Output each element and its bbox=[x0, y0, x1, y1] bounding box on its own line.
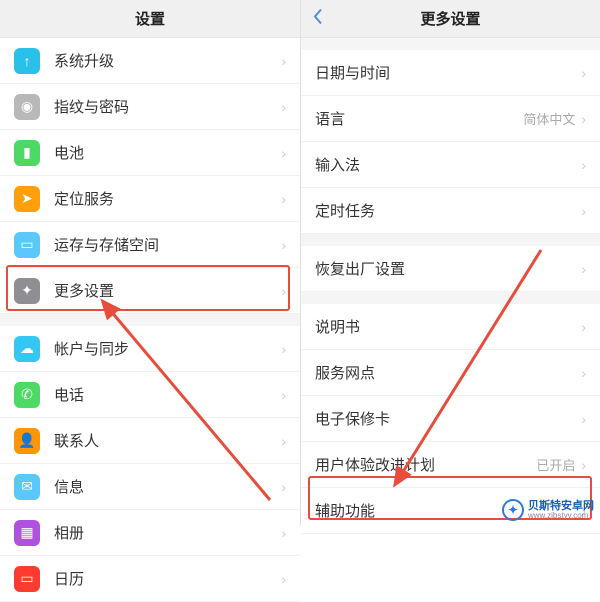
section-gap bbox=[0, 314, 300, 326]
settings-row-说明书[interactable]: 说明书› bbox=[301, 304, 600, 350]
settings-row-定时任务[interactable]: 定时任务› bbox=[301, 188, 600, 234]
chevron-right-icon: › bbox=[581, 203, 586, 219]
row-label: 电池 bbox=[54, 142, 281, 163]
settings-row-运存与存储空间[interactable]: ▭ 运存与存储空间› bbox=[0, 222, 300, 268]
settings-list-left: ↑系统升级›◉指纹与密码›▮电池›➤定位服务›▭运存与存储空间›✦更多设置›☁帐… bbox=[0, 38, 300, 602]
settings-panel-left: 设置 ↑系统升级›◉指纹与密码›▮电池›➤定位服务›▭运存与存储空间›✦更多设置… bbox=[0, 0, 300, 525]
chevron-right-icon: › bbox=[281, 145, 286, 161]
chevron-right-icon: › bbox=[281, 53, 286, 69]
section-gap bbox=[301, 292, 600, 304]
settings-row-电池[interactable]: ▮ 电池› bbox=[0, 130, 300, 176]
row-icon: 👤 bbox=[14, 428, 40, 454]
row-icon: ✉ bbox=[14, 474, 40, 500]
settings-row-指纹与密码[interactable]: ◉ 指纹与密码› bbox=[0, 84, 300, 130]
row-label: 电话 bbox=[54, 384, 281, 405]
watermark-logo-icon: ✦ bbox=[502, 499, 524, 521]
chevron-right-icon: › bbox=[281, 433, 286, 449]
settings-row-更多设置[interactable]: ✦ 更多设置› bbox=[0, 268, 300, 314]
row-label: 运存与存储空间 bbox=[54, 234, 281, 255]
row-label: 日历 bbox=[54, 568, 281, 589]
chevron-right-icon: › bbox=[281, 341, 286, 357]
row-label: 服务网点 bbox=[315, 362, 581, 383]
row-label: 用户体验改进计划 bbox=[315, 454, 536, 475]
chevron-right-icon: › bbox=[581, 65, 586, 81]
chevron-right-icon: › bbox=[281, 99, 286, 115]
row-icon: ▭ bbox=[14, 232, 40, 258]
chevron-right-icon: › bbox=[281, 191, 286, 207]
row-icon: ✆ bbox=[14, 382, 40, 408]
chevron-right-icon: › bbox=[581, 111, 586, 127]
settings-row-系统升级[interactable]: ↑ 系统升级› bbox=[0, 38, 300, 84]
chevron-right-icon: › bbox=[581, 365, 586, 381]
settings-row-日历[interactable]: ▭ 日历› bbox=[0, 556, 300, 602]
row-value: 简体中文 bbox=[523, 109, 575, 128]
row-icon: ➤ bbox=[14, 186, 40, 212]
row-icon: ✦ bbox=[14, 278, 40, 304]
settings-row-定位服务[interactable]: ➤ 定位服务› bbox=[0, 176, 300, 222]
chevron-left-icon bbox=[313, 8, 323, 24]
header-right: 更多设置 bbox=[301, 0, 600, 38]
section-gap bbox=[301, 234, 600, 246]
settings-row-信息[interactable]: ✉ 信息› bbox=[0, 464, 300, 510]
section-gap bbox=[301, 38, 600, 50]
row-value: 已开启 bbox=[536, 455, 575, 474]
row-label: 恢复出厂设置 bbox=[315, 258, 581, 279]
row-label: 说明书 bbox=[315, 316, 581, 337]
settings-row-相册[interactable]: ▦ 相册› bbox=[0, 510, 300, 556]
watermark-url: www.zjbstyy.com bbox=[528, 512, 594, 520]
settings-row-用户体验改进计划[interactable]: 用户体验改进计划已开启 › bbox=[301, 442, 600, 488]
row-icon: ▭ bbox=[14, 566, 40, 592]
chevron-right-icon: › bbox=[281, 525, 286, 541]
row-label: 系统升级 bbox=[54, 50, 281, 71]
settings-panel-right: 更多设置 日期与时间›语言简体中文›输入法›定时任务›恢复出厂设置›说明书›服务… bbox=[300, 0, 600, 525]
chevron-right-icon: › bbox=[281, 237, 286, 253]
row-label: 相册 bbox=[54, 522, 281, 543]
settings-list-right: 日期与时间›语言简体中文›输入法›定时任务›恢复出厂设置›说明书›服务网点›电子… bbox=[301, 50, 600, 534]
row-label: 帐户与同步 bbox=[54, 338, 281, 359]
row-label: 输入法 bbox=[315, 154, 581, 175]
settings-row-联系人[interactable]: 👤 联系人› bbox=[0, 418, 300, 464]
settings-row-日期与时间[interactable]: 日期与时间› bbox=[301, 50, 600, 96]
chevron-right-icon: › bbox=[581, 411, 586, 427]
chevron-right-icon: › bbox=[581, 157, 586, 173]
row-icon: ↑ bbox=[14, 48, 40, 74]
row-label: 联系人 bbox=[54, 430, 281, 451]
row-label: 更多设置 bbox=[54, 280, 281, 301]
row-icon: ▮ bbox=[14, 140, 40, 166]
chevron-right-icon: › bbox=[581, 457, 586, 473]
row-label: 语言 bbox=[315, 108, 523, 129]
settings-row-电话[interactable]: ✆ 电话› bbox=[0, 372, 300, 418]
row-label: 定时任务 bbox=[315, 200, 581, 221]
watermark: ✦ 贝斯特安卓网 www.zjbstyy.com bbox=[502, 499, 594, 521]
row-icon: ☁ bbox=[14, 336, 40, 362]
settings-row-服务网点[interactable]: 服务网点› bbox=[301, 350, 600, 396]
settings-row-输入法[interactable]: 输入法› bbox=[301, 142, 600, 188]
row-label: 电子保修卡 bbox=[315, 408, 581, 429]
watermark-title: 贝斯特安卓网 bbox=[528, 501, 594, 512]
settings-row-电子保修卡[interactable]: 电子保修卡› bbox=[301, 396, 600, 442]
row-label: 指纹与密码 bbox=[54, 96, 281, 117]
settings-row-语言[interactable]: 语言简体中文 › bbox=[301, 96, 600, 142]
row-label: 信息 bbox=[54, 476, 281, 497]
chevron-right-icon: › bbox=[281, 387, 286, 403]
header-left: 设置 bbox=[0, 0, 300, 38]
chevron-right-icon: › bbox=[281, 571, 286, 587]
settings-row-恢复出厂设置[interactable]: 恢复出厂设置› bbox=[301, 246, 600, 292]
chevron-right-icon: › bbox=[281, 479, 286, 495]
page-title-right: 更多设置 bbox=[420, 8, 480, 29]
chevron-right-icon: › bbox=[581, 261, 586, 277]
page-title-left: 设置 bbox=[135, 8, 165, 29]
row-label: 定位服务 bbox=[54, 188, 281, 209]
chevron-right-icon: › bbox=[281, 283, 286, 299]
row-icon: ▦ bbox=[14, 520, 40, 546]
chevron-right-icon: › bbox=[581, 319, 586, 335]
row-icon: ◉ bbox=[14, 94, 40, 120]
settings-row-帐户与同步[interactable]: ☁ 帐户与同步› bbox=[0, 326, 300, 372]
row-label: 日期与时间 bbox=[315, 62, 581, 83]
back-button[interactable] bbox=[313, 8, 323, 29]
